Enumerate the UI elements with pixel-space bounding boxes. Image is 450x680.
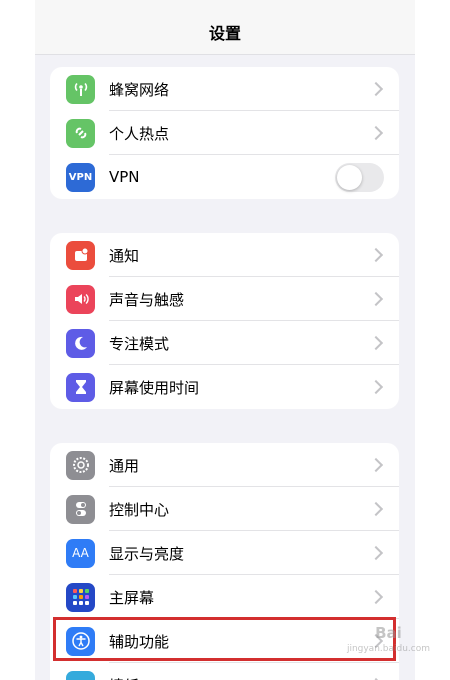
chevron-right-icon: [368, 501, 384, 517]
settings-row-hotspot[interactable]: 个人热点: [50, 111, 399, 155]
wallpaper-icon: [66, 670, 95, 680]
settings-row-label: 通用: [109, 456, 140, 475]
vpn-toggle[interactable]: [335, 162, 384, 192]
settings-row-general[interactable]: 通用: [50, 443, 399, 487]
chevron-right-icon: [368, 589, 384, 605]
chevron-right-icon: [368, 125, 384, 141]
settings-row-label: 控制中心: [109, 500, 170, 519]
network-group: 蜂窝网络 个人热点 VPN VPN: [50, 67, 399, 199]
settings-screen: 设置 蜂窝网络 个人热点 VPN VPN 通知 声音与触感 专注模式 屏幕使用时…: [35, 0, 415, 680]
cellular-icon: [66, 74, 95, 104]
settings-row-label: 主屏幕: [109, 588, 155, 607]
watermark-text: Bai: [375, 624, 402, 642]
settings-row-label: 声音与触感: [109, 290, 185, 309]
chevron-right-icon: [368, 545, 384, 561]
settings-row-wallpaper[interactable]: 墙纸: [50, 663, 399, 680]
accessibility-icon: [66, 626, 95, 656]
settings-row-label: 个人热点: [109, 124, 170, 143]
home-screen-icon: [66, 582, 95, 612]
chevron-right-icon: [368, 247, 384, 263]
hourglass-icon: [66, 372, 95, 402]
watermark-sub: jingyan.baidu.com: [346, 644, 430, 654]
settings-row-control-center[interactable]: 控制中心: [50, 487, 399, 531]
settings-row-notifications[interactable]: 通知: [50, 233, 399, 277]
chevron-right-icon: [368, 379, 384, 395]
chevron-right-icon: [368, 81, 384, 97]
settings-row-vpn: VPN VPN: [50, 155, 399, 199]
settings-row-display[interactable]: AA 显示与亮度: [50, 531, 399, 575]
settings-row-home-screen[interactable]: 主屏幕: [50, 575, 399, 619]
settings-row-label: 辅助功能: [109, 632, 170, 651]
sound-icon: [66, 284, 95, 314]
settings-row-screen-time[interactable]: 屏幕使用时间: [50, 365, 399, 409]
settings-row-label: 屏幕使用时间: [109, 378, 200, 397]
settings-row-label: 墙纸: [109, 675, 371, 680]
notifications-icon: [66, 240, 95, 270]
settings-row-focus[interactable]: 专注模式: [50, 321, 399, 365]
settings-row-sounds[interactable]: 声音与触感: [50, 277, 399, 321]
focus-moon-icon: [66, 328, 95, 358]
control-center-icon: [66, 494, 95, 524]
settings-row-label: 通知: [109, 246, 140, 265]
settings-row-label: 蜂窝网络: [109, 80, 170, 99]
chevron-right-icon: [368, 457, 384, 473]
watermark: Bai jingyan.baidu.com: [347, 625, 430, 657]
chevron-right-icon: [368, 291, 384, 307]
page-title: 设置: [208, 24, 241, 43]
settings-row-cellular[interactable]: 蜂窝网络: [50, 67, 399, 111]
settings-row-label: 专注模式: [109, 334, 170, 353]
settings-row-label: VPN: [109, 168, 140, 186]
settings-row-label: 显示与亮度: [109, 544, 185, 563]
toggle-knob: [337, 164, 362, 190]
gear-icon: [66, 450, 95, 480]
hotspot-icon: [66, 118, 95, 148]
vpn-icon: VPN: [66, 162, 95, 192]
notifications-group: 通知 声音与触感 专注模式 屏幕使用时间: [50, 233, 399, 409]
navigation-bar: 设置: [35, 0, 415, 55]
display-icon: AA: [66, 538, 95, 568]
chevron-right-icon: [368, 335, 384, 351]
